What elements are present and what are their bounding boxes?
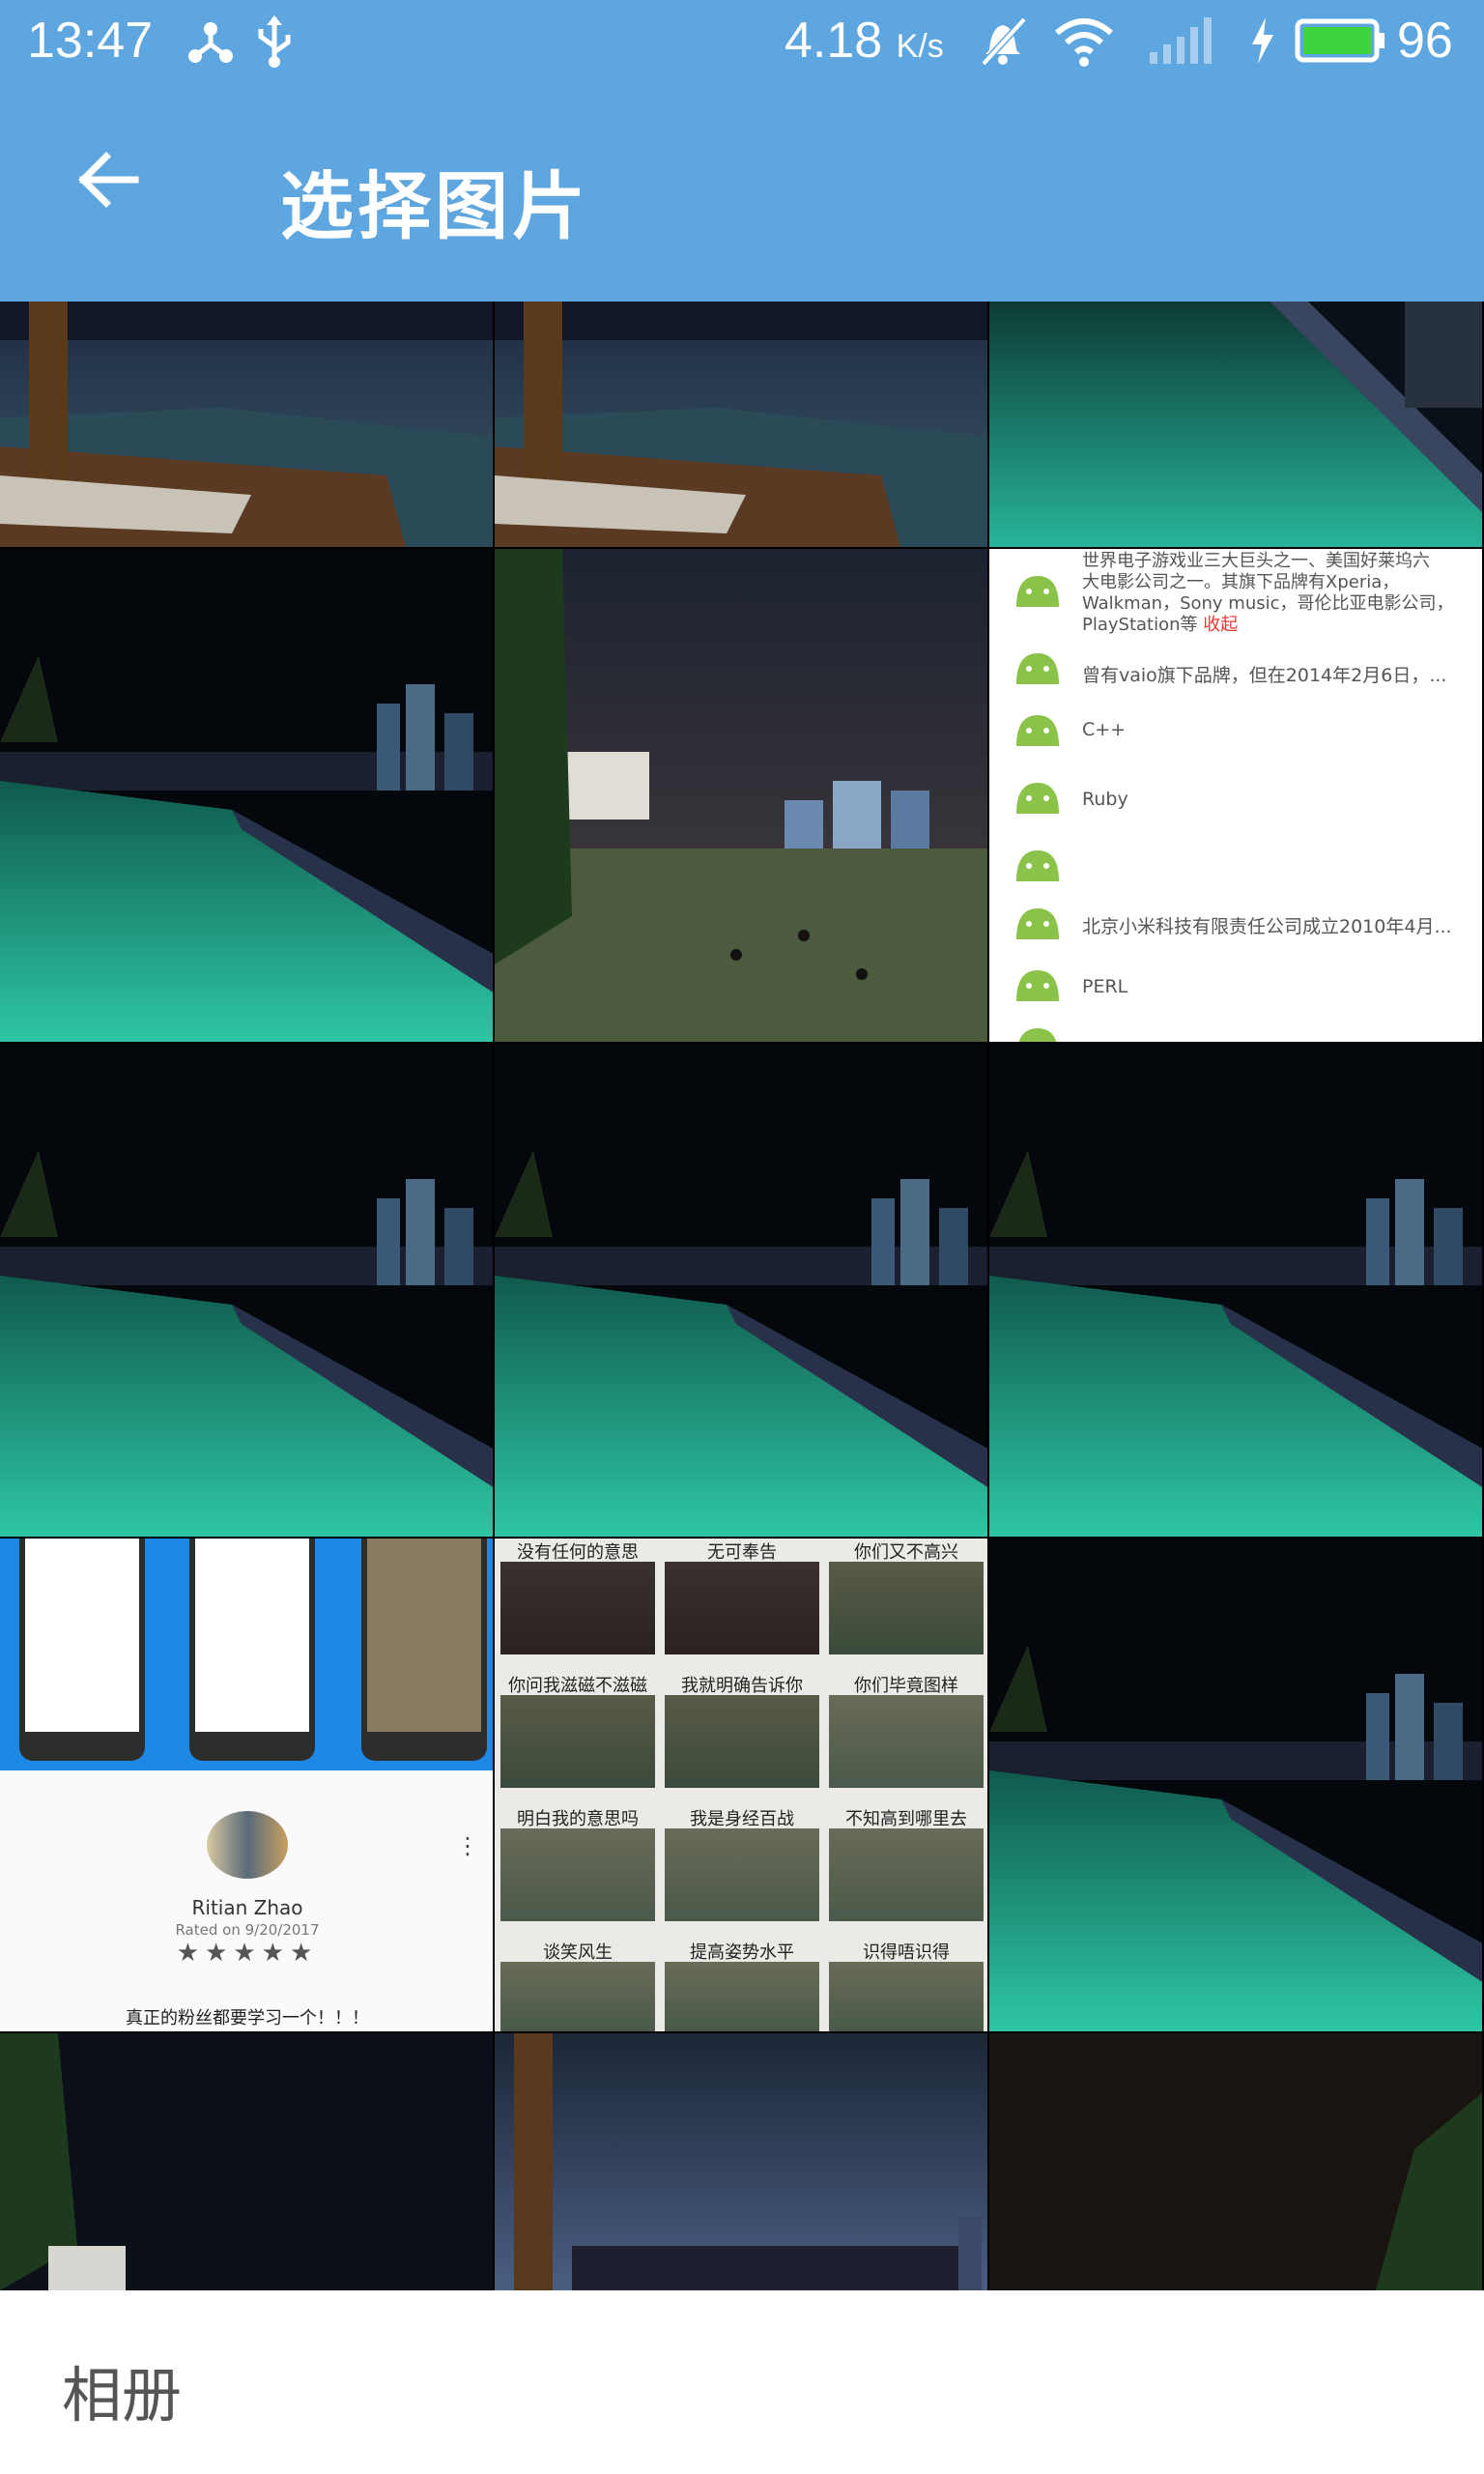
meme-image — [665, 1962, 819, 2031]
android-icon — [1016, 783, 1059, 814]
list-item-label: C++ — [1082, 719, 1127, 740]
phone-screens — [0, 1539, 493, 1770]
image-thumbnail[interactable] — [495, 2033, 987, 2290]
meme-image — [829, 1828, 984, 1921]
meme-image — [665, 1695, 819, 1788]
network-speed: 4.18 K/s — [785, 13, 944, 69]
meme-image — [665, 1562, 819, 1654]
image-thumbnail[interactable] — [495, 1044, 987, 1537]
mute-bell-icon — [976, 14, 1030, 68]
image-thumbnail[interactable] — [989, 1539, 1482, 2031]
meme-caption: 明白我的意思吗 — [517, 1809, 639, 1829]
list-screenshot-thumbnail[interactable]: 世界电子游戏业三大巨头之一、美国好莱坞六 大电影公司之一。其旗下品牌有Xperi… — [989, 549, 1482, 1042]
image-thumbnail[interactable] — [989, 2033, 1482, 2290]
avatar — [207, 1811, 288, 1879]
toolbar: 选择图片 — [0, 83, 1484, 302]
image-thumbnail[interactable] — [0, 2033, 493, 2290]
image-thumbnail[interactable] — [0, 1044, 493, 1537]
star-rating: ★★★★★ — [176, 1939, 319, 1968]
list-item-label: PERL — [1082, 976, 1128, 997]
image-grid: 世界电子游戏业三大巨头之一、美国好莱坞六 大电影公司之一。其旗下品牌有Xperi… — [0, 302, 1484, 2290]
meme-image — [829, 1962, 984, 2031]
meme-caption: 提高姿势水平 — [690, 1942, 794, 1963]
more-options-icon[interactable]: ⋮ — [456, 1832, 479, 1859]
meme-caption: 我就明确告诉你 — [681, 1676, 803, 1696]
android-icon — [1016, 908, 1059, 939]
meme-caption: 你问我滋磁不滋磁 — [508, 1676, 647, 1696]
image-thumbnail[interactable] — [0, 549, 493, 1042]
meme-image — [500, 1962, 655, 2031]
meme-image — [500, 1695, 655, 1788]
bottom-bar: 相册 — [0, 2290, 1484, 2474]
page-title: 选择图片 — [280, 163, 589, 249]
meme-caption: 你们毕竟图样 — [854, 1676, 958, 1696]
meme-image — [665, 1828, 819, 1921]
meme-caption: 识得唔识得 — [863, 1942, 950, 1963]
image-thumbnail[interactable] — [989, 302, 1482, 547]
meme-caption: 你们又不高兴 — [854, 1542, 958, 1563]
app-bar: 13:47 4.18 K/s 96 选择图片 — [0, 0, 1484, 302]
image-thumbnail[interactable] — [495, 302, 987, 547]
battery-level: 96 — [1397, 13, 1453, 69]
android-icon — [1016, 850, 1059, 881]
meme-caption: 谈笑风生 — [543, 1942, 613, 1963]
share-icon — [184, 14, 238, 68]
back-button[interactable] — [62, 133, 155, 226]
review-screenshot-thumbnail[interactable]: ⋮ Ritian Zhao Rated on 9/20/2017 ★★★★★ 真… — [0, 1539, 493, 2031]
network-speed-unit: K/s — [896, 28, 944, 65]
meme-caption: 没有任何的意思 — [517, 1542, 639, 1563]
list-item-label: 北京小米科技有限责任公司成立2010年4月... — [1082, 916, 1452, 937]
meme-image — [829, 1562, 984, 1654]
image-thumbnail[interactable] — [495, 549, 987, 1042]
album-selector[interactable]: 相册 — [62, 2346, 182, 2433]
meme-caption: 我是身经百战 — [690, 1809, 794, 1829]
image-thumbnail[interactable] — [0, 302, 493, 547]
reviewer-name: Ritian Zhao — [191, 1896, 303, 1919]
android-icon — [1016, 653, 1059, 684]
android-icon — [1018, 1028, 1057, 1042]
review-date: Rated on 9/20/2017 — [175, 1921, 320, 1939]
status-bar: 13:47 4.18 K/s 96 — [0, 0, 1484, 83]
signal-icon — [1146, 14, 1215, 68]
status-time: 13:47 — [27, 13, 154, 69]
list-expanded-text: 世界电子游戏业三大巨头之一、美国好莱坞六 大电影公司之一。其旗下品牌有Xperi… — [1082, 551, 1454, 635]
list-item-label: 曾有vaio旗下品牌，但在2014年2月6日，... — [1082, 665, 1447, 686]
android-icon — [1016, 970, 1059, 1001]
android-icon — [1016, 715, 1059, 746]
meme-image — [500, 1828, 655, 1921]
usb-icon — [253, 14, 296, 68]
arrow-left-icon — [78, 152, 139, 208]
charging-icon — [1246, 14, 1277, 68]
list-item-label: Ruby — [1082, 789, 1128, 810]
meme-caption: 无可奉告 — [707, 1542, 777, 1563]
meme-image — [829, 1695, 984, 1788]
wifi-icon — [1053, 14, 1115, 68]
collapse-link: 收起 — [1203, 615, 1239, 635]
battery-icon — [1295, 14, 1387, 68]
meme-screenshot-thumbnail[interactable]: 没有任何的意思 无可奉告 你们又不高兴 你问我滋磁不滋磁 我就明确告诉你 你们毕… — [495, 1539, 987, 2031]
android-icon — [1016, 576, 1059, 607]
meme-caption: 不知高到哪里去 — [845, 1809, 967, 1829]
review-text: 真正的粉丝都要学习一个！！！ — [126, 2008, 369, 2028]
meme-image — [500, 1562, 655, 1654]
image-thumbnail[interactable] — [989, 1044, 1482, 1537]
